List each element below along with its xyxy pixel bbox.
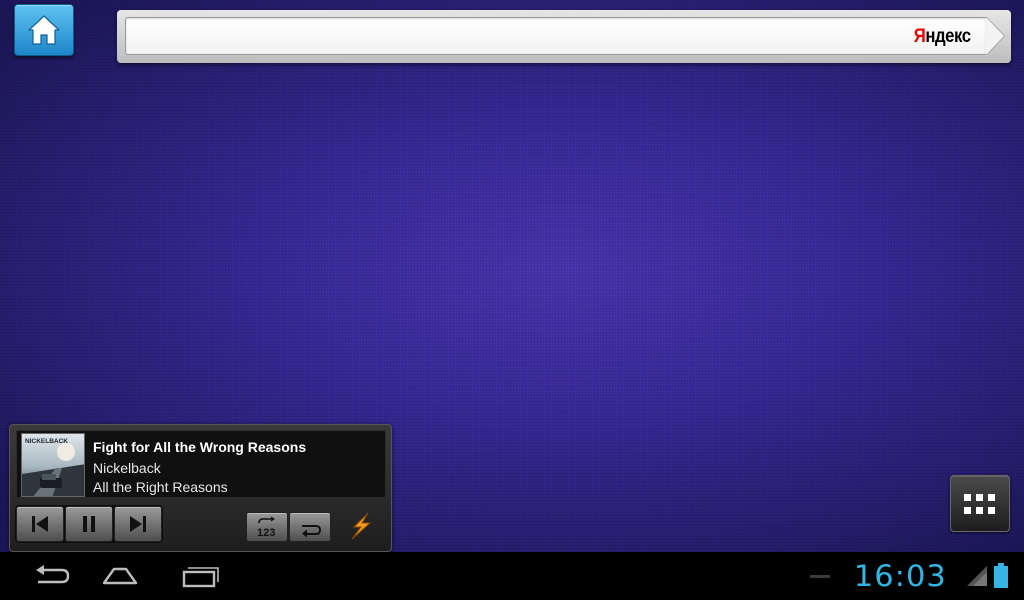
status-clock[interactable]: 16:03 — [854, 559, 947, 593]
yandex-logo-rest: ндекс — [925, 26, 972, 47]
shuffle-order-button[interactable]: 123 — [246, 512, 288, 542]
lightning-bolt-icon — [351, 512, 372, 540]
battery-icon — [994, 563, 1008, 594]
all-apps-button[interactable] — [950, 475, 1010, 532]
track-album: All the Right Reasons — [93, 479, 228, 495]
app-grid-icon — [964, 493, 995, 514]
album-art-text: NICKELBACK — [25, 438, 68, 445]
pause-button[interactable] — [65, 506, 113, 542]
previous-track-button[interactable] — [16, 506, 64, 542]
now-playing-panel[interactable]: NICKELBACK Fight for All the Wrong Reaso… — [16, 430, 386, 498]
album-art: NICKELBACK — [21, 433, 85, 497]
yandex-logo: Яндекс — [914, 26, 971, 48]
music-player-widget: NICKELBACK Fight for All the Wrong Reaso… — [9, 424, 392, 552]
skip-previous-icon — [32, 516, 48, 532]
system-bar: 16:03 — [0, 552, 1024, 600]
player-app-button[interactable] — [344, 511, 378, 541]
shuffle-order-label: 123 — [257, 527, 275, 539]
skip-next-icon — [130, 516, 146, 532]
track-title: Fight for All the Wrong Reasons — [93, 439, 307, 455]
search-input[interactable] — [125, 17, 987, 55]
pause-icon — [83, 516, 95, 532]
next-track-button[interactable] — [114, 506, 162, 542]
playback-controls — [15, 505, 163, 543]
search-arrow-icon[interactable] — [986, 17, 1004, 55]
yandex-logo-first-letter: Я — [914, 26, 926, 47]
repeat-icon — [302, 525, 322, 538]
recent-apps-button[interactable] — [170, 560, 230, 592]
home-button[interactable] — [14, 4, 74, 56]
repeat-button[interactable] — [289, 512, 331, 542]
shuffle-order-icon: 123 — [257, 516, 275, 539]
yandex-search-widget: Яндекс — [117, 10, 1011, 63]
recent-apps-icon — [182, 567, 219, 588]
notification-indicator[interactable] — [810, 575, 830, 578]
signal-strength-icon — [967, 564, 989, 593]
playlist-mode-controls: 123 — [245, 508, 332, 542]
back-arrow-icon — [36, 565, 70, 584]
home-nav-icon — [102, 567, 138, 585]
back-button[interactable] — [22, 560, 82, 592]
home-nav-button[interactable] — [90, 560, 150, 592]
track-artist: Nickelback — [93, 460, 161, 476]
home-icon — [28, 15, 60, 45]
